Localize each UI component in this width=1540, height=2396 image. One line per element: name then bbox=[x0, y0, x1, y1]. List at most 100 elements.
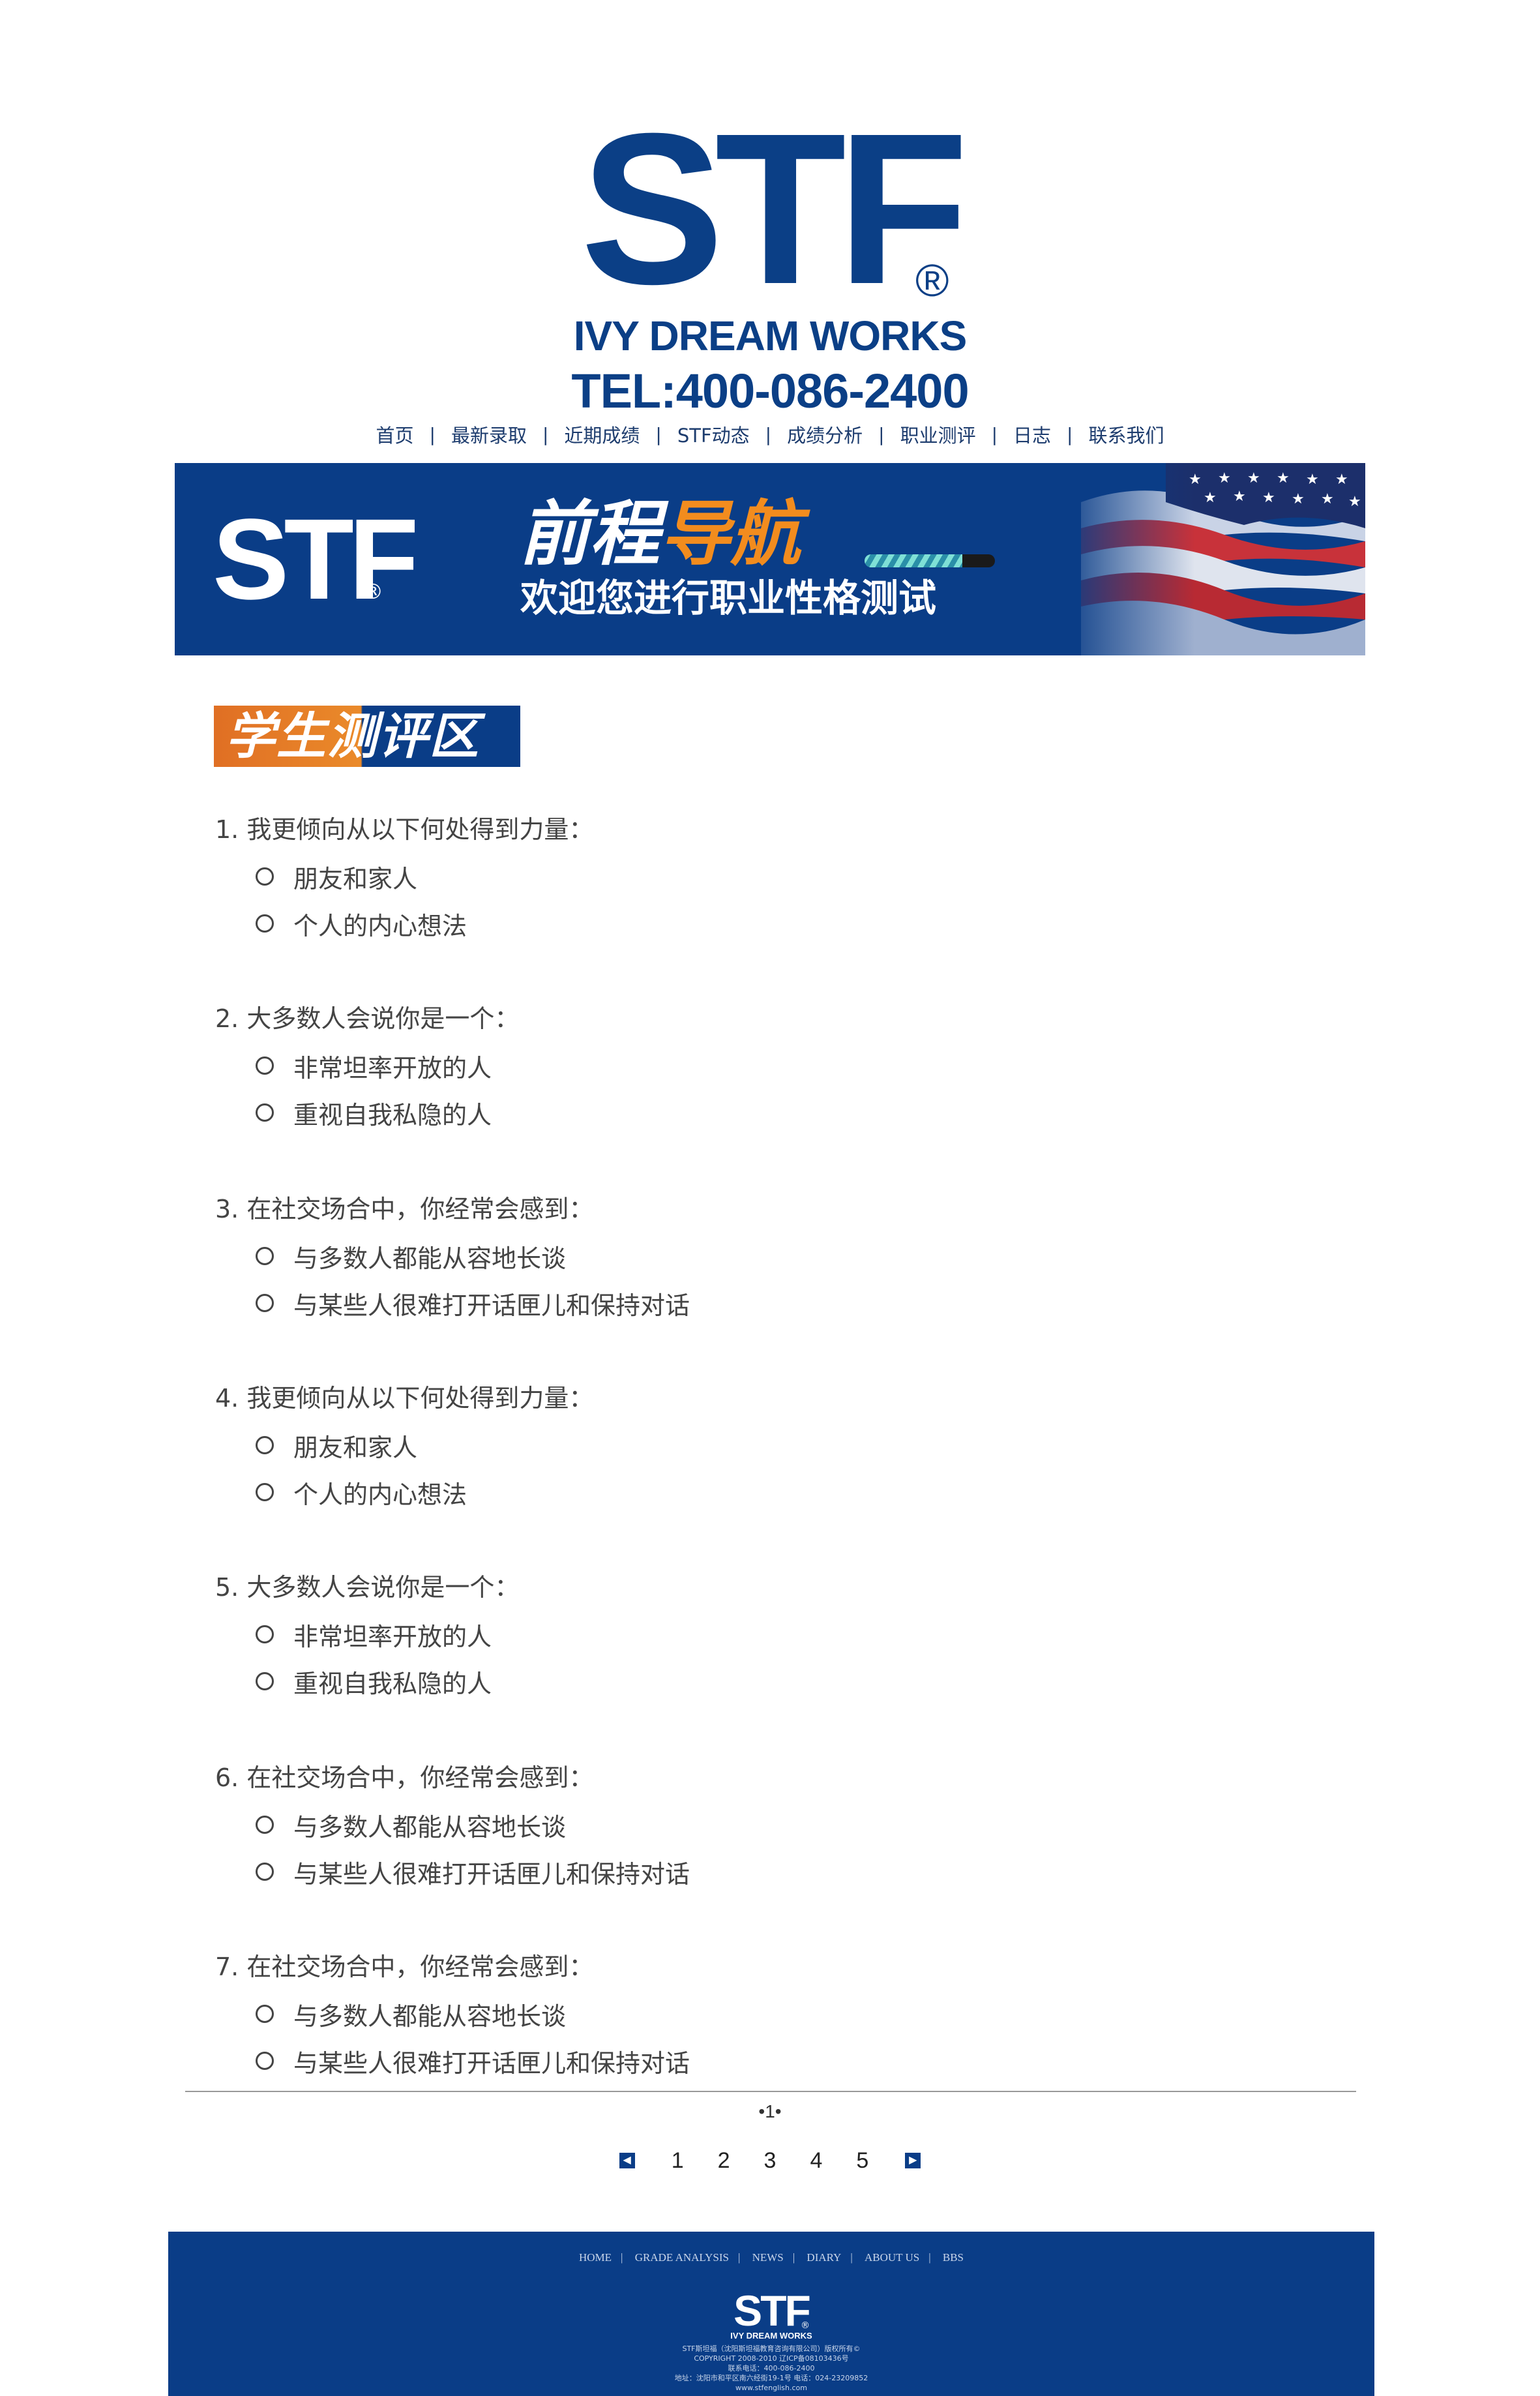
radio-button[interactable] bbox=[256, 1294, 274, 1312]
nav-separator: | bbox=[655, 423, 662, 445]
question-text: 6. 在社交场合中，你经常会感到： bbox=[215, 1763, 594, 1792]
radio-button[interactable] bbox=[256, 867, 274, 886]
option-label: 重视自我私隐的人 bbox=[293, 1669, 492, 1698]
option-4b[interactable]: 个人的内心想法 bbox=[256, 1476, 593, 1509]
pagination: ◀ 1 2 3 4 5 ▶ bbox=[0, 2144, 1540, 2177]
footer-link-news[interactable]: NEWS bbox=[743, 2251, 793, 2264]
question-3: 3. 在社交场合中，你经常会感到： 与多数人都能从容地长谈 与某些人很难打开话匣… bbox=[215, 1193, 690, 1320]
site-footer: HOME | GRADE ANALYSIS | NEWS | DIARY | ABOUT… bbox=[168, 2232, 1374, 2396]
main-nav: 首页 | 最新录取 | 近期成绩 | STF动态 | 成绩分析 | 职业测评 |… bbox=[0, 417, 1540, 451]
nav-separator: | bbox=[991, 423, 998, 445]
option-3a[interactable]: 与多数人都能从容地长谈 bbox=[256, 1240, 690, 1273]
radio-button[interactable] bbox=[256, 1672, 274, 1690]
page-link-2[interactable]: 2 bbox=[701, 2148, 747, 2174]
nav-item-career-test[interactable]: 职业测评 bbox=[885, 421, 992, 448]
banner-title-main: 前程 bbox=[519, 494, 660, 575]
radio-button[interactable] bbox=[256, 1625, 274, 1643]
question-text: 1. 我更倾向从以下何处得到力量： bbox=[215, 815, 594, 844]
footer-phone: 联系电话：400-086-2400 bbox=[728, 2364, 815, 2373]
option-6b[interactable]: 与某些人很难打开话匣儿和保持对话 bbox=[256, 1856, 690, 1889]
page-link-5[interactable]: 5 bbox=[839, 2148, 885, 2174]
question-text: 4. 我更倾向从以下何处得到力量： bbox=[215, 1384, 594, 1413]
option-label: 朋友和家人 bbox=[293, 1433, 418, 1462]
banner-subtitle: 欢迎您进行职业性格测试 bbox=[520, 576, 937, 620]
nav-item-contact[interactable]: 联系我们 bbox=[1073, 421, 1179, 448]
nav-item-stf-news[interactable]: STF动态 bbox=[662, 421, 765, 448]
nav-separator: | bbox=[429, 423, 436, 445]
footer-info: STF斯坦福（沈阳斯坦福教育咨询有限公司）版权所有© COPYRIGHT 200… bbox=[168, 2344, 1374, 2393]
next-page-icon[interactable]: ▶ bbox=[905, 2153, 921, 2168]
option-2a[interactable]: 非常坦率开放的人 bbox=[256, 1050, 519, 1083]
radio-button[interactable] bbox=[256, 914, 274, 933]
option-2b[interactable]: 重视自我私隐的人 bbox=[256, 1097, 519, 1130]
option-4a[interactable]: 朋友和家人 bbox=[256, 1430, 593, 1462]
footer-link-home[interactable]: HOME bbox=[570, 2251, 621, 2264]
question-4: 4. 我更倾向从以下何处得到力量： 朋友和家人 个人的内心想法 bbox=[215, 1383, 594, 1509]
option-label: 非常坦率开放的人 bbox=[293, 1622, 492, 1651]
footer-separator: | bbox=[737, 2251, 741, 2264]
nav-item-diary[interactable]: 日志 bbox=[998, 421, 1067, 448]
option-5a[interactable]: 非常坦率开放的人 bbox=[256, 1619, 519, 1651]
option-label: 与某些人很难打开话匣儿和保持对话 bbox=[293, 1859, 690, 1889]
option-label: 与某些人很难打开话匣儿和保持对话 bbox=[293, 2048, 690, 2078]
footer-copyright-owner: STF斯坦福（沈阳斯坦福教育咨询有限公司）版权所有© bbox=[682, 2344, 861, 2353]
phone-number: TEL:400-086-2400 bbox=[571, 364, 969, 418]
radio-button[interactable] bbox=[256, 1863, 274, 1881]
option-3b[interactable]: 与某些人很难打开话匣儿和保持对话 bbox=[256, 1287, 690, 1320]
radio-button[interactable] bbox=[256, 1056, 274, 1075]
radio-button[interactable] bbox=[256, 1103, 274, 1122]
registered-mark: ® bbox=[915, 255, 949, 306]
question-text: 3. 在社交场合中，你经常会感到： bbox=[215, 1195, 594, 1223]
radio-button[interactable] bbox=[256, 1483, 274, 1501]
footer-link-diary[interactable]: DIARY bbox=[797, 2251, 850, 2264]
option-label: 与多数人都能从容地长谈 bbox=[293, 1812, 567, 1842]
option-label: 重视自我私隐的人 bbox=[293, 1100, 492, 1130]
footer-link-about-us[interactable]: ABOUT US bbox=[855, 2251, 928, 2264]
footer-website-link[interactable]: www.stfenglish.com bbox=[168, 2383, 1374, 2393]
radio-button[interactable] bbox=[256, 1436, 274, 1454]
radio-button[interactable] bbox=[256, 1816, 274, 1834]
footer-separator: | bbox=[928, 2251, 931, 2264]
option-1a[interactable]: 朋友和家人 bbox=[256, 861, 593, 893]
prev-page-icon[interactable]: ◀ bbox=[619, 2153, 635, 2168]
option-label: 朋友和家人 bbox=[293, 864, 418, 893]
question-2: 2. 大多数人会说你是一个： 非常坦率开放的人 重视自我私隐的人 bbox=[215, 1003, 520, 1130]
nav-separator: | bbox=[878, 423, 885, 445]
banner-decorative-bar-end bbox=[962, 554, 995, 567]
nav-item-score-analysis[interactable]: 成绩分析 bbox=[771, 421, 878, 448]
option-5b[interactable]: 重视自我私隐的人 bbox=[256, 1666, 519, 1698]
question-7: 7. 在社交场合中，你经常会感到： 与多数人都能从容地长谈 与某些人很难打开话匣… bbox=[215, 1951, 690, 2078]
option-7b[interactable]: 与某些人很难打开话匣儿和保持对话 bbox=[256, 2045, 690, 2078]
page-link-4[interactable]: 4 bbox=[793, 2148, 839, 2174]
us-flag-image: ★★★★★★ ★★★★★★ bbox=[1055, 463, 1365, 655]
footer-link-grade-analysis[interactable]: GRADE ANALYSIS bbox=[626, 2251, 738, 2264]
radio-button[interactable] bbox=[256, 2052, 274, 2070]
question-5: 5. 大多数人会说你是一个： 非常坦率开放的人 重视自我私隐的人 bbox=[215, 1572, 519, 1698]
page-link-1[interactable]: 1 bbox=[655, 2148, 701, 2174]
banner-title: 前程导航 bbox=[519, 496, 801, 574]
option-label: 与多数人都能从容地长谈 bbox=[293, 1244, 567, 1273]
question-6: 6. 在社交场合中，你经常会感到： 与多数人都能从容地长谈 与某些人很难打开话匣… bbox=[215, 1762, 690, 1889]
banner-logo: STF bbox=[213, 496, 419, 623]
logo-subtitle: IVY DREAM WORKS bbox=[573, 312, 968, 359]
option-7a[interactable]: 与多数人都能从容地长谈 bbox=[256, 1998, 690, 2031]
nav-item-home[interactable]: 首页 bbox=[361, 421, 430, 448]
page-link-3[interactable]: 3 bbox=[747, 2148, 793, 2174]
option-label: 个人的内心想法 bbox=[293, 1480, 467, 1509]
nav-item-recent-scores[interactable]: 近期成绩 bbox=[548, 421, 655, 448]
nav-separator: | bbox=[542, 423, 549, 445]
nav-item-latest-admissions[interactable]: 最新录取 bbox=[436, 421, 542, 448]
footer-link-bbs[interactable]: BBS bbox=[934, 2251, 973, 2264]
option-label: 与某些人很难打开话匣儿和保持对话 bbox=[293, 1291, 690, 1320]
footer-nav: HOME | GRADE ANALYSIS | NEWS | DIARY | ABOUT… bbox=[168, 2251, 1374, 2264]
question-text: 2. 大多数人会说你是一个： bbox=[215, 1004, 520, 1033]
stf-logo[interactable]: STF bbox=[0, 101, 1540, 316]
radio-button[interactable] bbox=[256, 2005, 274, 2023]
option-label: 与多数人都能从容地长谈 bbox=[293, 2001, 567, 2031]
divider bbox=[185, 2091, 1356, 2092]
option-6a[interactable]: 与多数人都能从容地长谈 bbox=[256, 1809, 690, 1842]
radio-button[interactable] bbox=[256, 1247, 274, 1265]
option-1b[interactable]: 个人的内心想法 bbox=[256, 908, 593, 940]
footer-separator: | bbox=[850, 2251, 853, 2264]
question-text: 7. 在社交场合中，你经常会感到： bbox=[215, 1953, 594, 1981]
